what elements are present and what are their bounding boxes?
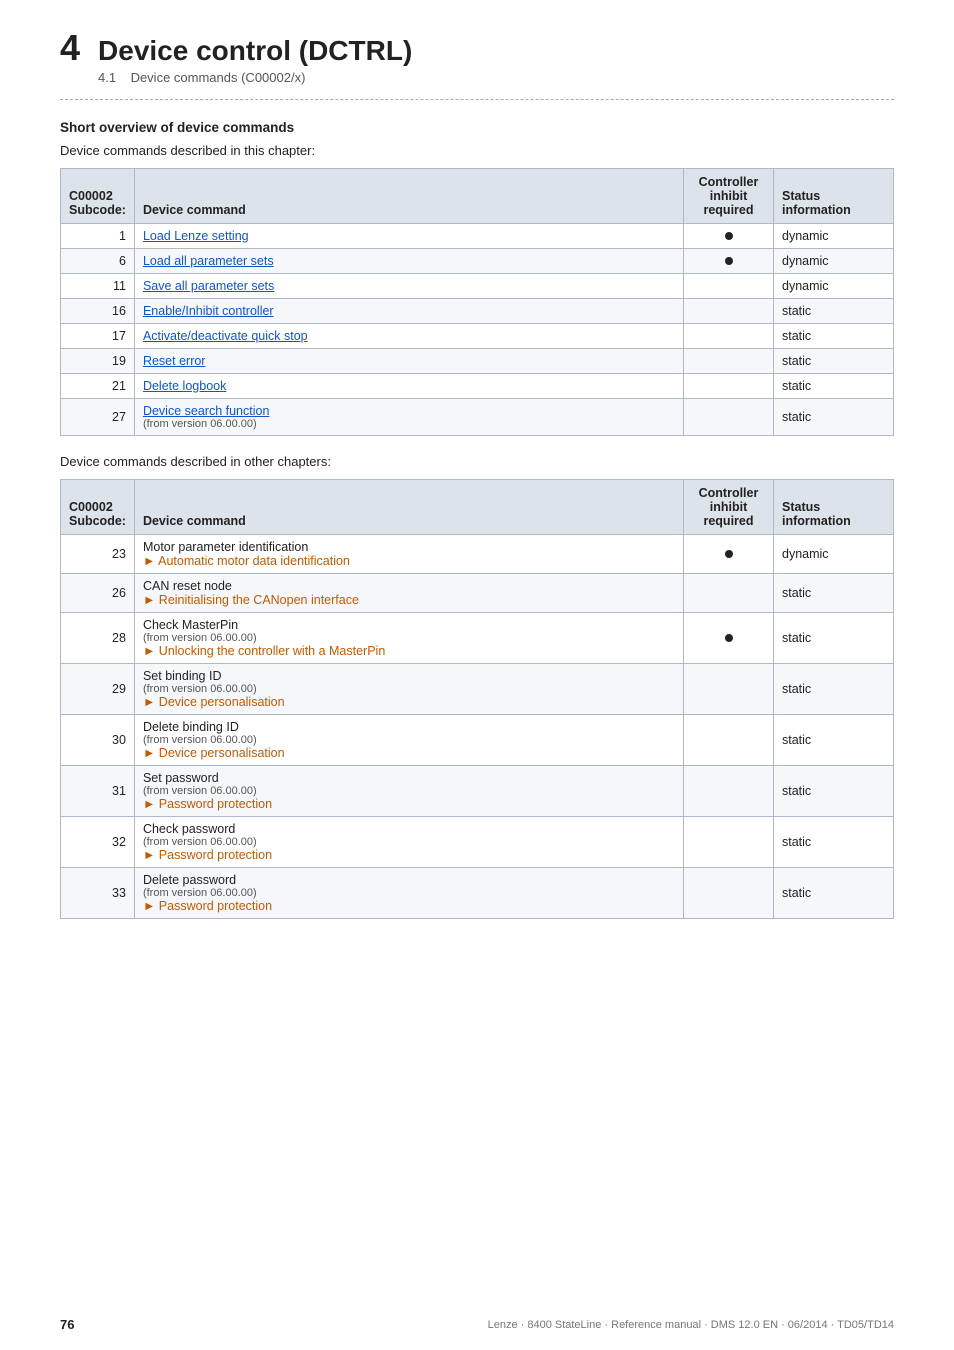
th2-subcode: C00002 Subcode: [61,479,135,534]
th-inhibit: Controllerinhibitrequired [684,168,774,223]
cmd-arrow-link[interactable]: ► Password protection [143,848,272,862]
chapter-number: 4 [60,28,80,68]
th-command: Device command [134,168,683,223]
table-row: 30 Delete binding ID (from version 06.00… [61,714,894,765]
table-row: 19 Reset error static [61,348,894,373]
section1-intro: Device commands described in this chapte… [60,143,894,158]
cmd-arrow-link[interactable]: ► Automatic motor data identification [143,554,350,568]
cmd-link[interactable]: Activate/deactivate quick stop [143,329,308,343]
bullet [725,232,733,240]
cmd-link[interactable]: Load all parameter sets [143,254,274,268]
cmd-arrow-link[interactable]: ► Unlocking the controller with a Master… [143,644,385,658]
cmd-arrow-link[interactable]: ► Reinitialising the CANopen interface [143,593,359,607]
cmd-link[interactable]: Delete logbook [143,379,226,393]
table-row: 1 Load Lenze setting dynamic [61,223,894,248]
table-row: 27 Device search function (from version … [61,398,894,435]
table-row: 29 Set binding ID (from version 06.00.00… [61,663,894,714]
table-row: 6 Load all parameter sets dynamic [61,248,894,273]
page-number: 76 [60,1317,74,1332]
cmd-arrow-link[interactable]: ► Device personalisation [143,746,285,760]
table-row: 28 Check MasterPin (from version 06.00.0… [61,612,894,663]
table-row: 23 Motor parameter identification ► Auto… [61,534,894,573]
footer-right-text: Lenze · 8400 StateLine · Reference manua… [488,1319,894,1331]
cmd-link[interactable]: Enable/Inhibit controller [143,304,274,318]
section-header: 4.1 Device commands (C00002/x) [98,70,412,85]
th2-status: Status information [774,479,894,534]
table-row: 26 CAN reset node ► Reinitialising the C… [61,573,894,612]
table-row: 17 Activate/deactivate quick stop static [61,323,894,348]
cmd-link[interactable]: Reset error [143,354,206,368]
table-row: 32 Check password (from version 06.00.00… [61,816,894,867]
page-footer: 76 Lenze · 8400 StateLine · Reference ma… [0,1317,954,1332]
th2-command: Device command [134,479,683,534]
bullet [725,257,733,265]
th-subcode: C00002 Subcode: [61,168,135,223]
cmd-link[interactable]: Save all parameter sets [143,279,274,293]
cmd-link[interactable]: Device search function [143,404,269,418]
table-row: 16 Enable/Inhibit controller static [61,298,894,323]
chapter-title: Device control (DCTRL) [98,28,412,68]
table2: C00002 Subcode: Device command Controlle… [60,479,894,919]
section1-title: Short overview of device commands [60,120,894,135]
cmd-link[interactable]: Load Lenze setting [143,229,249,243]
table-row: 11 Save all parameter sets dynamic [61,273,894,298]
cmd-arrow-link[interactable]: ► Password protection [143,899,272,913]
th2-inhibit: Controllerinhibitrequired [684,479,774,534]
th-status: Status information [774,168,894,223]
section2-intro: Device commands described in other chapt… [60,454,894,469]
table-row: 21 Delete logbook static [61,373,894,398]
table1: C00002 Subcode: Device command Controlle… [60,168,894,436]
cmd-arrow-link[interactable]: ► Password protection [143,797,272,811]
bullet [725,550,733,558]
divider [60,99,894,100]
table-row: 31 Set password (from version 06.00.00) … [61,765,894,816]
bullet [725,634,733,642]
cmd-arrow-link[interactable]: ► Device personalisation [143,695,285,709]
table-row: 33 Delete password (from version 06.00.0… [61,867,894,918]
